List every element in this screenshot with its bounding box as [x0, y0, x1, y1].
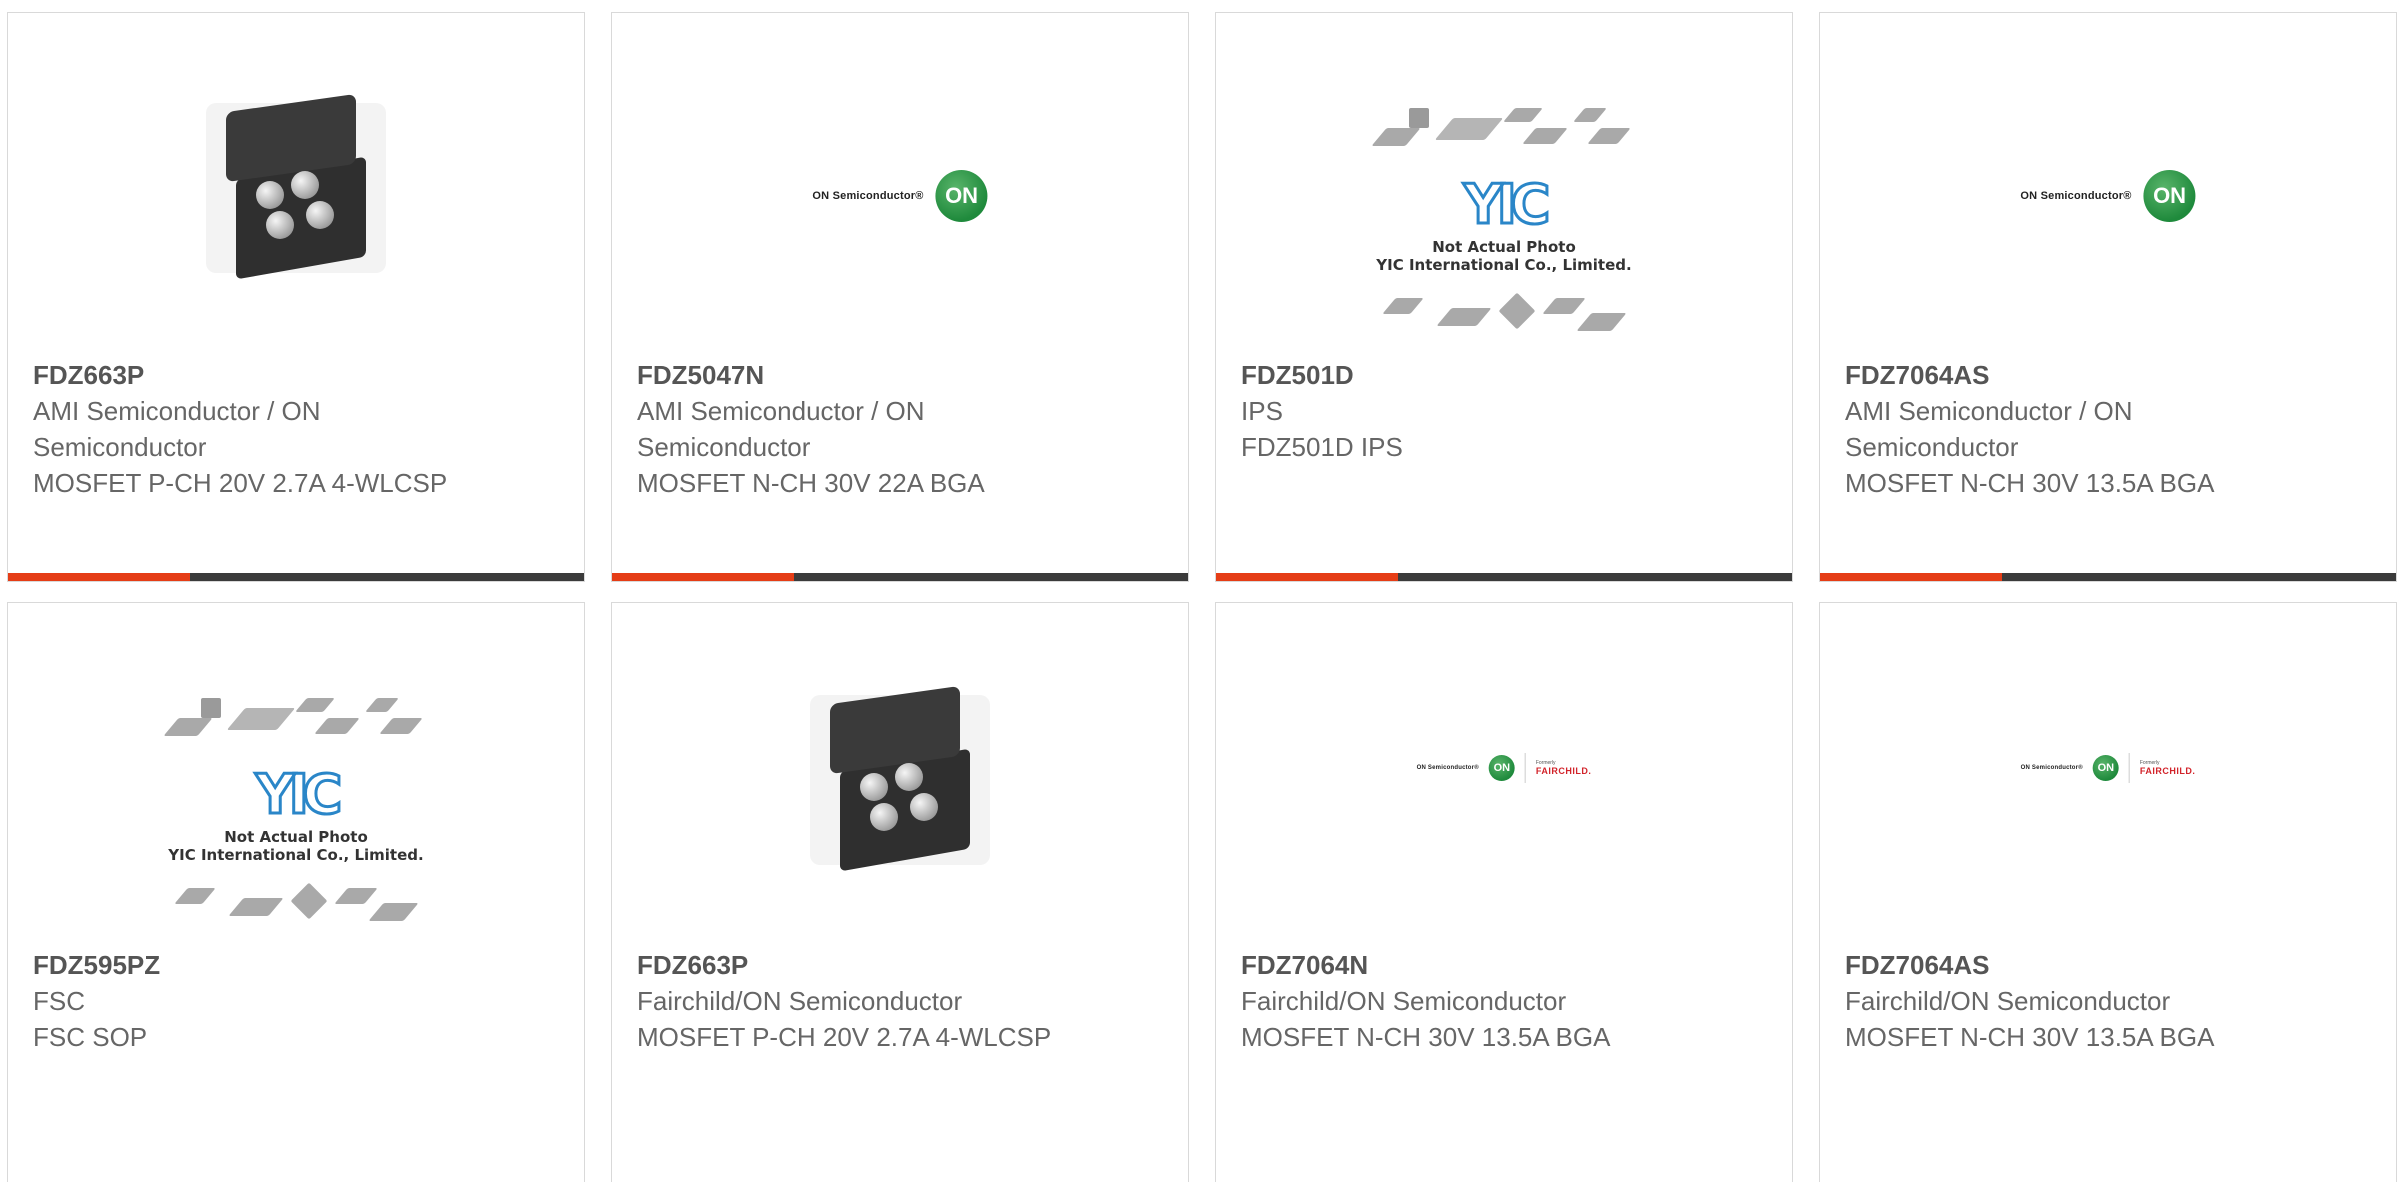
- part-number[interactable]: FDZ7064AS: [1845, 357, 2275, 393]
- product-card[interactable]: ON Semiconductor® ON FDZ5047N AMI Semico…: [611, 12, 1189, 582]
- product-image[interactable]: [8, 13, 584, 353]
- yic-placeholder-image: YIC Not Actual Photo YIC International Co…: [1369, 103, 1639, 343]
- product-card[interactable]: FDZ663P AMI Semiconductor / ON Semicondu…: [7, 12, 585, 582]
- description: MOSFET N-CH 30V 13.5A BGA: [1241, 1022, 1611, 1052]
- product-image[interactable]: ON Semiconductor® ON: [612, 13, 1188, 353]
- description: MOSFET N-CH 30V 22A BGA: [637, 468, 985, 498]
- description: FSC SOP: [33, 1022, 148, 1052]
- product-image[interactable]: YIC Not Actual Photo YIC International Co…: [8, 603, 584, 943]
- part-number[interactable]: FDZ501D: [1241, 357, 1671, 393]
- product-card[interactable]: YIC Not Actual Photo YIC International Co…: [7, 602, 585, 1182]
- on-semiconductor-logo: ON Semiconductor® ON: [2020, 170, 2196, 222]
- on-fairchild-logo: ON Semiconductor® ON Formerly FAIRCHILD.: [2021, 753, 2196, 783]
- description: MOSFET P-CH 20V 2.7A 4-WLCSP: [637, 1022, 1052, 1052]
- product-card[interactable]: ON Semiconductor® ON Formerly FAIRCHILD. …: [1819, 602, 2397, 1182]
- manufacturer: AMI Semiconductor / ON Semiconductor: [637, 396, 925, 462]
- manufacturer: AMI Semiconductor / ON Semiconductor: [1845, 396, 2133, 462]
- part-number[interactable]: FDZ7064N: [1241, 947, 1671, 983]
- manufacturer: IPS: [1241, 396, 1283, 426]
- part-number[interactable]: FDZ595PZ: [33, 947, 463, 983]
- yic-placeholder-image: YIC Not Actual Photo YIC International Co…: [161, 693, 431, 933]
- product-card[interactable]: ON Semiconductor® ON FDZ7064AS AMI Semic…: [1819, 12, 2397, 582]
- product-grid: FDZ663P AMI Semiconductor / ON Semicondu…: [0, 0, 2400, 1182]
- product-image[interactable]: ON Semiconductor® ON Formerly FAIRCHILD.: [1216, 603, 1792, 943]
- part-number[interactable]: FDZ663P: [33, 357, 463, 393]
- product-card[interactable]: ON Semiconductor® ON Formerly FAIRCHILD. …: [1215, 602, 1793, 1182]
- product-card[interactable]: FDZ663P Fairchild/ON Semiconductor MOSFE…: [611, 602, 1189, 1182]
- chip-photo-icon: [196, 83, 396, 283]
- on-fairchild-logo: ON Semiconductor® ON Formerly FAIRCHILD.: [1417, 753, 1592, 783]
- chip-photo-icon: [800, 675, 1000, 875]
- product-image[interactable]: ON Semiconductor® ON: [1820, 13, 2396, 353]
- description: MOSFET P-CH 20V 2.7A 4-WLCSP: [33, 468, 448, 498]
- part-number[interactable]: FDZ663P: [637, 947, 1067, 983]
- product-image[interactable]: [612, 603, 1188, 943]
- on-semiconductor-logo: ON Semiconductor® ON: [812, 170, 988, 222]
- description: MOSFET N-CH 30V 13.5A BGA: [1845, 468, 2215, 498]
- manufacturer: Fairchild/ON Semiconductor: [1241, 986, 1567, 1016]
- card-accent-bar: [1216, 573, 1792, 581]
- product-image[interactable]: ON Semiconductor® ON Formerly FAIRCHILD.: [1820, 603, 2396, 943]
- manufacturer: AMI Semiconductor / ON Semiconductor: [33, 396, 321, 462]
- product-card[interactable]: YIC Not Actual Photo YIC International Co…: [1215, 12, 1793, 582]
- manufacturer: Fairchild/ON Semiconductor: [637, 986, 963, 1016]
- card-accent-bar: [1820, 573, 2396, 581]
- product-image[interactable]: YIC Not Actual Photo YIC International Co…: [1216, 13, 1792, 353]
- part-number[interactable]: FDZ5047N: [637, 357, 1067, 393]
- card-accent-bar: [612, 573, 1188, 581]
- manufacturer: Fairchild/ON Semiconductor: [1845, 986, 2171, 1016]
- description: FDZ501D IPS: [1241, 432, 1403, 462]
- part-number[interactable]: FDZ7064AS: [1845, 947, 2275, 983]
- description: MOSFET N-CH 30V 13.5A BGA: [1845, 1022, 2215, 1052]
- manufacturer: FSC: [33, 986, 85, 1016]
- card-accent-bar: [8, 573, 584, 581]
